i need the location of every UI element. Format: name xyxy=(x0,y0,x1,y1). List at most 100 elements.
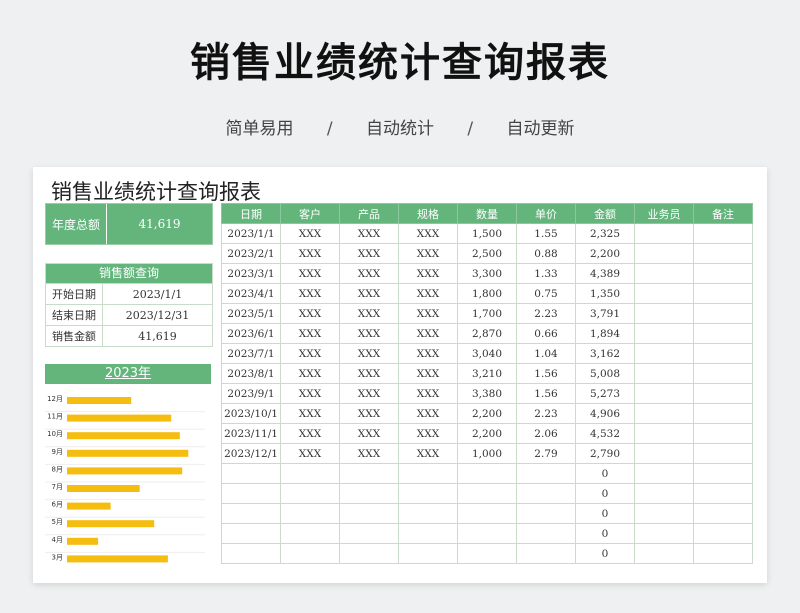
cell-salesperson[interactable] xyxy=(634,283,694,304)
cell-salesperson[interactable] xyxy=(634,443,694,464)
cell-remark[interactable] xyxy=(693,543,753,564)
cell-quantity[interactable] xyxy=(457,483,517,504)
cell-customer[interactable]: XXX xyxy=(280,383,340,404)
cell-date[interactable]: 2023/3/1 xyxy=(221,263,281,284)
cell-product[interactable] xyxy=(339,503,399,524)
cell-product[interactable]: XXX xyxy=(339,303,399,324)
cell-customer[interactable]: XXX xyxy=(280,223,340,244)
cell-spec[interactable] xyxy=(398,503,458,524)
cell-spec[interactable] xyxy=(398,543,458,564)
cell-salesperson[interactable] xyxy=(634,363,694,384)
cell-salesperson[interactable] xyxy=(634,423,694,444)
cell-quantity[interactable]: 2,200 xyxy=(457,423,517,444)
cell-product[interactable] xyxy=(339,543,399,564)
cell-customer[interactable]: XXX xyxy=(280,403,340,424)
cell-remark[interactable] xyxy=(693,263,753,284)
cell-spec[interactable]: XXX xyxy=(398,283,458,304)
cell-amount[interactable]: 4,389 xyxy=(575,263,635,284)
cell-spec[interactable]: XXX xyxy=(398,303,458,324)
cell-product[interactable] xyxy=(339,463,399,484)
cell-customer[interactable] xyxy=(280,463,340,484)
cell-date[interactable]: 2023/10/1 xyxy=(221,403,281,424)
cell-amount[interactable]: 4,906 xyxy=(575,403,635,424)
cell-remark[interactable] xyxy=(693,523,753,544)
cell-customer[interactable] xyxy=(280,523,340,544)
cell-date[interactable]: 2023/2/1 xyxy=(221,243,281,264)
cell-unit-price[interactable] xyxy=(516,543,576,564)
cell-customer[interactable]: XXX xyxy=(280,443,340,464)
cell-remark[interactable] xyxy=(693,443,753,464)
cell-quantity[interactable]: 1,500 xyxy=(457,223,517,244)
cell-unit-price[interactable]: 2.79 xyxy=(516,443,576,464)
cell-product[interactable]: XXX xyxy=(339,443,399,464)
cell-product[interactable]: XXX xyxy=(339,283,399,304)
cell-unit-price[interactable]: 1.56 xyxy=(516,363,576,384)
cell-salesperson[interactable] xyxy=(634,543,694,564)
cell-unit-price[interactable]: 0.88 xyxy=(516,243,576,264)
cell-date[interactable]: 2023/5/1 xyxy=(221,303,281,324)
cell-customer[interactable]: XXX xyxy=(280,243,340,264)
cell-amount[interactable]: 1,350 xyxy=(575,283,635,304)
cell-salesperson[interactable] xyxy=(634,303,694,324)
cell-remark[interactable] xyxy=(693,383,753,404)
column-header-customer[interactable]: 客户 xyxy=(280,203,340,224)
column-header-amount[interactable]: 金额 xyxy=(575,203,635,224)
cell-amount[interactable]: 0 xyxy=(575,523,635,544)
cell-unit-price[interactable]: 1.33 xyxy=(516,263,576,284)
cell-unit-price[interactable]: 1.04 xyxy=(516,343,576,364)
cell-unit-price[interactable]: 2.23 xyxy=(516,403,576,424)
cell-unit-price[interactable]: 0.66 xyxy=(516,323,576,344)
cell-spec[interactable]: XXX xyxy=(398,343,458,364)
cell-spec[interactable]: XXX xyxy=(398,423,458,444)
cell-customer[interactable] xyxy=(280,543,340,564)
cell-customer[interactable] xyxy=(280,503,340,524)
cell-amount[interactable]: 2,200 xyxy=(575,243,635,264)
cell-product[interactable]: XXX xyxy=(339,323,399,344)
cell-amount[interactable]: 3,791 xyxy=(575,303,635,324)
cell-customer[interactable]: XXX xyxy=(280,363,340,384)
cell-remark[interactable] xyxy=(693,363,753,384)
cell-quantity[interactable] xyxy=(457,463,517,484)
cell-quantity[interactable]: 3,380 xyxy=(457,383,517,404)
cell-date[interactable]: 2023/11/1 xyxy=(221,423,281,444)
cell-amount[interactable]: 0 xyxy=(575,503,635,524)
cell-spec[interactable]: XXX xyxy=(398,443,458,464)
cell-quantity[interactable] xyxy=(457,503,517,524)
cell-amount[interactable]: 1,894 xyxy=(575,323,635,344)
cell-customer[interactable]: XXX xyxy=(280,323,340,344)
cell-remark[interactable] xyxy=(693,463,753,484)
cell-remark[interactable] xyxy=(693,303,753,324)
cell-quantity[interactable] xyxy=(457,543,517,564)
cell-spec[interactable]: XXX xyxy=(398,263,458,284)
cell-spec[interactable]: XXX xyxy=(398,403,458,424)
cell-date[interactable] xyxy=(221,463,281,484)
cell-date[interactable]: 2023/8/1 xyxy=(221,363,281,384)
cell-salesperson[interactable] xyxy=(634,383,694,404)
column-header-salesperson[interactable]: 业务员 xyxy=(634,203,694,224)
cell-amount[interactable]: 2,325 xyxy=(575,223,635,244)
cell-customer[interactable]: XXX xyxy=(280,343,340,364)
cell-remark[interactable] xyxy=(693,423,753,444)
cell-date[interactable] xyxy=(221,503,281,524)
cell-remark[interactable] xyxy=(693,343,753,364)
cell-salesperson[interactable] xyxy=(634,403,694,424)
cell-product[interactable]: XXX xyxy=(339,263,399,284)
cell-quantity[interactable]: 3,040 xyxy=(457,343,517,364)
cell-spec[interactable] xyxy=(398,463,458,484)
cell-amount[interactable]: 3,162 xyxy=(575,343,635,364)
cell-spec[interactable] xyxy=(398,483,458,504)
cell-remark[interactable] xyxy=(693,503,753,524)
cell-unit-price[interactable]: 2.23 xyxy=(516,303,576,324)
cell-salesperson[interactable] xyxy=(634,503,694,524)
cell-date[interactable] xyxy=(221,523,281,544)
cell-amount[interactable]: 0 xyxy=(575,543,635,564)
cell-quantity[interactable]: 2,200 xyxy=(457,403,517,424)
cell-product[interactable]: XXX xyxy=(339,243,399,264)
cell-unit-price[interactable]: 0.75 xyxy=(516,283,576,304)
cell-spec[interactable]: XXX xyxy=(398,323,458,344)
cell-salesperson[interactable] xyxy=(634,263,694,284)
column-header-remark[interactable]: 备注 xyxy=(693,203,753,224)
cell-salesperson[interactable] xyxy=(634,223,694,244)
cell-customer[interactable]: XXX xyxy=(280,303,340,324)
cell-spec[interactable]: XXX xyxy=(398,383,458,404)
